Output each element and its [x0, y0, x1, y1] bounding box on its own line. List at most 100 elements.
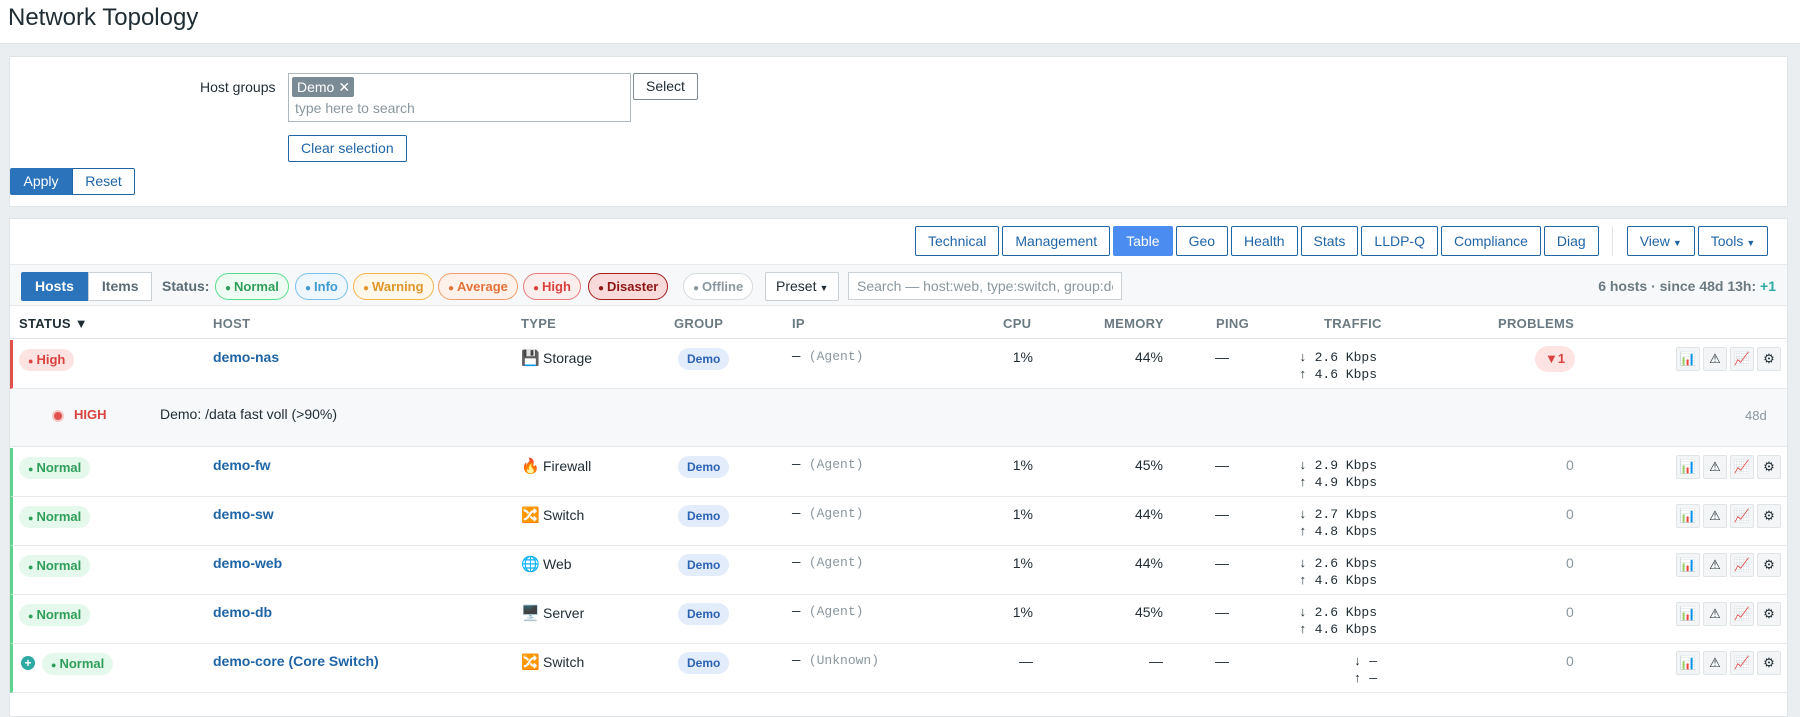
table-row[interactable]: ● Normal demo-web 🌐 Web Demo — (Agent) 1% …	[10, 546, 1787, 595]
apply-button[interactable]: Apply	[10, 168, 72, 195]
tab-lldp-q[interactable]: LLDP-Q	[1361, 226, 1438, 256]
table-row[interactable]: ● Normal demo-db 🖥️ Server Demo — (Agent) …	[10, 595, 1787, 644]
host-link[interactable]: demo-db	[213, 604, 272, 620]
type-label: Storage	[543, 350, 593, 366]
warning-icon[interactable]: ⚠	[1703, 455, 1727, 479]
table-row[interactable]: ● Normal demo-fw 🔥 Firewall Demo — (Agent)…	[10, 448, 1787, 497]
host-groups-multiselect[interactable]: Demo ✕	[288, 73, 631, 122]
status-dot-icon: ●	[28, 356, 34, 366]
tab-technical[interactable]: Technical	[915, 226, 1000, 256]
gear-icon[interactable]: ⚙	[1757, 455, 1781, 479]
memory-value: 44%	[1134, 555, 1163, 571]
tab-diag[interactable]: Diag	[1543, 226, 1599, 256]
trend-icon[interactable]: 📈	[1730, 504, 1754, 528]
status-dot-icon: ●	[51, 660, 57, 670]
graph-icon[interactable]: 📊	[1676, 504, 1700, 528]
status-pill-info[interactable]: ● Info	[295, 273, 348, 300]
tab-management[interactable]: Management	[1002, 226, 1111, 256]
pill-label: High	[542, 279, 571, 294]
summary-delta[interactable]: +1	[1760, 278, 1776, 294]
host-link[interactable]: demo-nas	[213, 349, 279, 365]
tools-menu-button[interactable]: Tools ▼	[1697, 226, 1769, 256]
hosts-toggle-button[interactable]: Hosts	[21, 272, 88, 301]
status-dot-icon: ●	[28, 562, 34, 572]
tab-health[interactable]: Health	[1231, 226, 1298, 256]
ping-value: —	[1215, 604, 1229, 620]
problem-description[interactable]: Demo: /data fast voll (>90%)	[160, 406, 337, 422]
graph-icon[interactable]: 📊	[1676, 455, 1700, 479]
traffic-down: ↓ 2.6 Kbps	[1298, 556, 1377, 571]
host-link[interactable]: demo-sw	[213, 506, 274, 522]
tab-stats[interactable]: Stats	[1300, 226, 1359, 256]
col-group[interactable]: GROUP	[674, 316, 723, 331]
group-badge: Demo	[678, 554, 730, 576]
table-row[interactable]: ● High demo-nas 💾 Storage Demo — (Agent) 1…	[10, 340, 1787, 389]
graph-icon[interactable]: 📊	[1676, 553, 1700, 577]
ping-value: —	[1215, 653, 1229, 669]
trend-icon[interactable]: 📈	[1730, 651, 1754, 675]
status-pill-disaster[interactable]: ● Disaster	[588, 273, 669, 300]
table-row[interactable]: + ● Normal demo-core (Core Switch) 🔀 Switc…	[10, 644, 1787, 693]
col-memory[interactable]: MEMORY	[1104, 316, 1164, 331]
warning-icon[interactable]: ⚠	[1703, 553, 1727, 577]
host-link[interactable]: demo-core (Core Switch)	[213, 653, 379, 669]
col-ping[interactable]: PING	[1216, 316, 1249, 331]
col-problems[interactable]: PROBLEMS	[1498, 316, 1574, 331]
col-cpu[interactable]: CPU	[1003, 316, 1031, 331]
clear-selection-button[interactable]: Clear selection	[288, 135, 407, 162]
warning-icon[interactable]: ⚠	[1703, 347, 1727, 371]
graph-icon[interactable]: 📊	[1676, 347, 1700, 371]
expand-plus-icon[interactable]: +	[21, 656, 35, 670]
graph-icon[interactable]: 📊	[1676, 602, 1700, 626]
caret-down-icon: ▼	[1746, 238, 1756, 248]
gear-icon[interactable]: ⚙	[1757, 651, 1781, 675]
traffic-down: ↓ —	[1353, 654, 1377, 669]
gear-icon[interactable]: ⚙	[1757, 347, 1781, 371]
select-button[interactable]: Select	[633, 73, 698, 100]
trend-icon[interactable]: 📈	[1730, 602, 1754, 626]
gear-icon[interactable]: ⚙	[1757, 602, 1781, 626]
host-search-input[interactable]	[848, 272, 1122, 300]
col-status[interactable]: STATUS ▼	[19, 316, 88, 331]
warning-icon[interactable]: ⚠	[1703, 651, 1727, 675]
col-ip[interactable]: IP	[792, 316, 805, 331]
trend-icon[interactable]: 📈	[1730, 455, 1754, 479]
globe-icon: 🌐	[521, 556, 540, 573]
status-pill-warning[interactable]: ● Warning	[353, 273, 434, 300]
graph-icon[interactable]: 📊	[1676, 651, 1700, 675]
trend-icon[interactable]: 📈	[1730, 553, 1754, 577]
tab-geo[interactable]: Geo	[1175, 226, 1229, 256]
items-toggle-button[interactable]: Items	[87, 272, 153, 301]
warning-icon[interactable]: ⚠	[1703, 602, 1727, 626]
tab-compliance[interactable]: Compliance	[1440, 226, 1541, 256]
problems-count: 0	[1566, 457, 1574, 473]
col-host[interactable]: HOST	[213, 316, 250, 331]
row-actions: 📊 ⚠ 📈 ⚙	[1676, 602, 1784, 626]
trend-icon[interactable]: 📈	[1730, 347, 1754, 371]
problems-badge[interactable]: ▼1	[1535, 346, 1576, 372]
gear-icon[interactable]: ⚙	[1757, 504, 1781, 528]
gear-icon[interactable]: ⚙	[1757, 553, 1781, 577]
col-type[interactable]: TYPE	[521, 316, 556, 331]
warning-icon[interactable]: ⚠	[1703, 504, 1727, 528]
table-row[interactable]: ● Normal demo-sw 🔀 Switch Demo — (Agent) 1…	[10, 497, 1787, 546]
ip-source: (Agent)	[808, 349, 864, 364]
col-traffic[interactable]: TRAFFIC	[1324, 316, 1382, 331]
host-link[interactable]: demo-web	[213, 555, 282, 571]
host-link[interactable]: demo-fw	[213, 457, 271, 473]
traffic-down: ↓ 2.6 Kbps	[1298, 605, 1377, 620]
status-badge: ● Normal	[42, 653, 114, 675]
table-header: STATUS ▼ HOST TYPE GROUP IP CPU MEMORY P…	[10, 307, 1787, 339]
view-menu-button[interactable]: View ▼	[1626, 226, 1695, 256]
ip-source: (Agent)	[808, 506, 864, 521]
status-pill-average[interactable]: ● Average	[438, 273, 518, 300]
tab-table[interactable]: Table	[1113, 226, 1173, 256]
status-pill-offline[interactable]: ● Offline	[683, 273, 754, 300]
status-pill-normal[interactable]: ● Normal	[215, 273, 289, 300]
ip-source: (Unknown)	[808, 653, 880, 668]
chip-remove-icon[interactable]: ✕	[338, 79, 350, 95]
preset-dropdown[interactable]: Preset ▼	[765, 272, 840, 301]
host-groups-search-input[interactable]	[295, 100, 615, 116]
reset-button[interactable]: Reset	[72, 168, 135, 195]
status-pill-high[interactable]: ● High	[523, 273, 581, 300]
